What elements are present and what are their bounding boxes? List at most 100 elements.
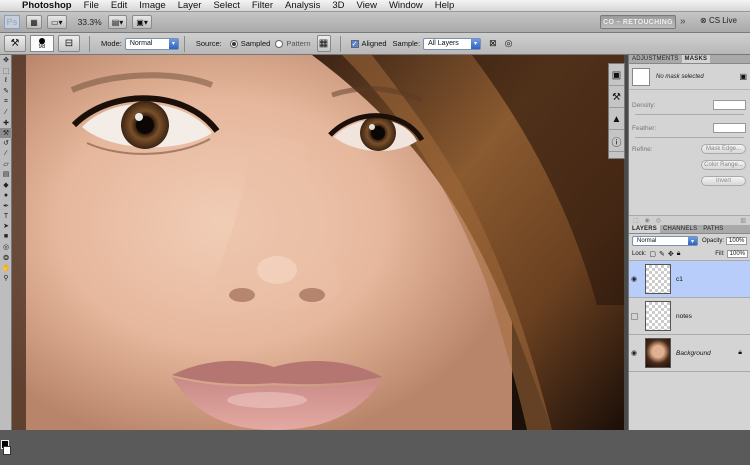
shape-tool-icon[interactable]: ■ <box>0 232 12 242</box>
crop-tool-icon[interactable]: ⌗ <box>0 97 12 107</box>
opacity-field[interactable]: 100% <box>726 237 748 245</box>
bridge-button[interactable]: ▦ <box>26 15 42 29</box>
history-brush-tool-icon[interactable]: ↺ <box>0 138 12 148</box>
healing-brush-tool-icon[interactable]: ✚ <box>0 117 12 127</box>
disable-mask-icon[interactable]: ◎ <box>656 217 661 224</box>
mode-select[interactable]: Normal ▾ <box>124 37 179 50</box>
lock-image-icon[interactable]: ✎ <box>659 250 665 258</box>
zoom-level[interactable]: 33.3% <box>78 17 102 27</box>
brush-tool-icon[interactable]: ∕ <box>0 149 12 159</box>
menu-image[interactable]: Image <box>139 0 165 11</box>
menu-view[interactable]: View <box>357 0 377 11</box>
tab-layers[interactable]: LAYERS <box>629 225 660 233</box>
background-color-swatch[interactable] <box>3 446 11 455</box>
pressure-size-icon[interactable]: ◎ <box>505 38 513 49</box>
cs-live-button[interactable]: ⊗ CS Live <box>700 16 737 25</box>
document-canvas[interactable] <box>12 55 624 430</box>
ignore-adjustment-layers-icon[interactable]: ⊠ <box>489 38 497 49</box>
source-sampled-radio[interactable] <box>229 39 238 48</box>
clone-stamp-tool-icon[interactable]: ⚒ <box>0 127 12 139</box>
hand-tool-icon[interactable]: ✋ <box>0 263 12 273</box>
tab-masks[interactable]: MASKS <box>681 55 711 63</box>
layer-name-c1[interactable]: c1 <box>676 276 683 283</box>
refine-label: Refine: <box>632 145 653 153</box>
menu-layer[interactable]: Layer <box>178 0 202 11</box>
zoom-tool-icon[interactable]: ⚲ <box>0 273 12 283</box>
visibility-toggle-empty[interactable] <box>629 312 639 320</box>
layers-empty-area <box>629 372 750 465</box>
navigator-icon[interactable]: ▣ <box>609 66 624 86</box>
eye-icon[interactable]: ◉ <box>629 275 639 283</box>
marquee-tool-icon[interactable]: ⬚ <box>0 65 12 75</box>
aligned-checkbox[interactable]: ✓ <box>350 39 359 48</box>
menu-file[interactable]: File <box>84 0 99 11</box>
sample-select[interactable]: All Layers ▾ <box>423 37 482 50</box>
path-select-tool-icon[interactable]: ➤ <box>0 221 12 231</box>
histogram-icon[interactable]: ▲ <box>609 110 624 130</box>
menu-edit[interactable]: Edit <box>111 0 127 11</box>
eraser-tool-icon[interactable]: ▱ <box>0 159 12 169</box>
fill-field[interactable]: 100% <box>726 250 748 258</box>
menu-window[interactable]: Window <box>389 0 423 11</box>
screen-mode-button[interactable]: ▣▾ <box>132 15 152 29</box>
lasso-tool-icon[interactable]: ℓ <box>0 76 12 86</box>
pattern-picker[interactable]: ▦ <box>316 35 331 52</box>
info-icon[interactable]: ⓘ <box>609 132 624 152</box>
lock-all-icon[interactable]: 🔒︎ <box>677 250 681 258</box>
feather-field[interactable] <box>713 123 746 133</box>
layer-thumbnail-notes <box>645 301 671 331</box>
masks-panel-footer: ⬚ ◉ ◎ ▥ <box>629 215 750 225</box>
move-tool-icon[interactable]: ✥ <box>0 55 12 65</box>
3d-orbit-tool-icon[interactable]: ❂ <box>0 252 12 262</box>
lock-transparent-icon[interactable]: ▢ <box>649 250 656 258</box>
layer-name-notes[interactable]: notes <box>676 313 692 320</box>
type-tool-icon[interactable]: T <box>0 211 12 221</box>
load-selection-icon[interactable]: ⬚ <box>633 217 639 224</box>
menu-analysis[interactable]: Analysis <box>285 0 320 11</box>
arrange-documents-button[interactable]: ▤▾ <box>107 15 128 29</box>
apply-mask-icon[interactable]: ◉ <box>645 217 650 224</box>
quick-select-tool-icon[interactable]: ✎ <box>0 86 12 96</box>
eye-icon[interactable]: ◉ <box>629 349 639 357</box>
layer-name-background[interactable]: Background <box>676 350 711 357</box>
density-field[interactable] <box>713 100 746 110</box>
menu-3d[interactable]: 3D <box>332 0 344 11</box>
mask-edge-button[interactable]: Mask Edge... <box>701 144 746 154</box>
chevron-right-icon[interactable]: » <box>680 16 686 27</box>
gradient-tool-icon[interactable]: ▤ <box>0 169 12 179</box>
feather-slider[interactable] <box>635 137 744 138</box>
source-pattern-radio[interactable] <box>275 39 284 48</box>
divider <box>89 35 90 52</box>
menu-help[interactable]: Help <box>435 0 455 11</box>
blur-tool-icon[interactable]: ◆ <box>0 180 12 190</box>
pen-tool-icon[interactable]: ✒ <box>0 200 12 210</box>
view-extras-button[interactable]: ▭▾ <box>47 15 67 29</box>
chevron-down-icon: ▾ <box>688 237 697 245</box>
clone-source-panel-button[interactable]: ⊟ <box>58 35 80 52</box>
eyedropper-tool-icon[interactable]: ⁄ <box>0 107 12 117</box>
dodge-tool-icon[interactable]: ● <box>0 190 12 200</box>
menu-photoshop[interactable]: Photoshop <box>22 0 72 11</box>
tool-preset-picker[interactable]: ⚒ <box>4 35 26 52</box>
layer-row-notes[interactable]: notes <box>629 298 750 335</box>
layer-thumbnail-c1 <box>645 264 671 294</box>
add-pixel-mask-icon[interactable]: ▣ <box>739 72 747 81</box>
workspace-switcher[interactable]: CO – RETOUCHING <box>600 15 676 29</box>
invert-button[interactable]: Invert <box>701 176 746 186</box>
layer-row-background[interactable]: ◉ Background 🔒︎ <box>629 335 750 372</box>
tab-channels[interactable]: CHANNELS <box>660 225 700 233</box>
density-row: Density: <box>629 100 750 110</box>
brush-picker[interactable]: 98 <box>30 35 54 52</box>
layer-row-c1[interactable]: ◉ c1 <box>629 261 750 298</box>
trash-icon[interactable]: ▥ <box>740 217 746 224</box>
menu-filter[interactable]: Filter <box>252 0 273 11</box>
3d-rotate-tool-icon[interactable]: ◎ <box>0 242 12 252</box>
tab-paths[interactable]: PATHS <box>700 225 726 233</box>
tab-adjustments[interactable]: ADJUSTMENTS <box>629 55 682 63</box>
clone-source-icon[interactable]: ⚒ <box>609 88 624 108</box>
blend-mode-select[interactable]: Normal ▾ <box>632 236 698 246</box>
color-range-button[interactable]: Color Range... <box>701 160 746 170</box>
lock-position-icon[interactable]: ✥ <box>668 250 674 258</box>
menu-select[interactable]: Select <box>213 0 239 11</box>
density-slider[interactable] <box>635 114 744 115</box>
